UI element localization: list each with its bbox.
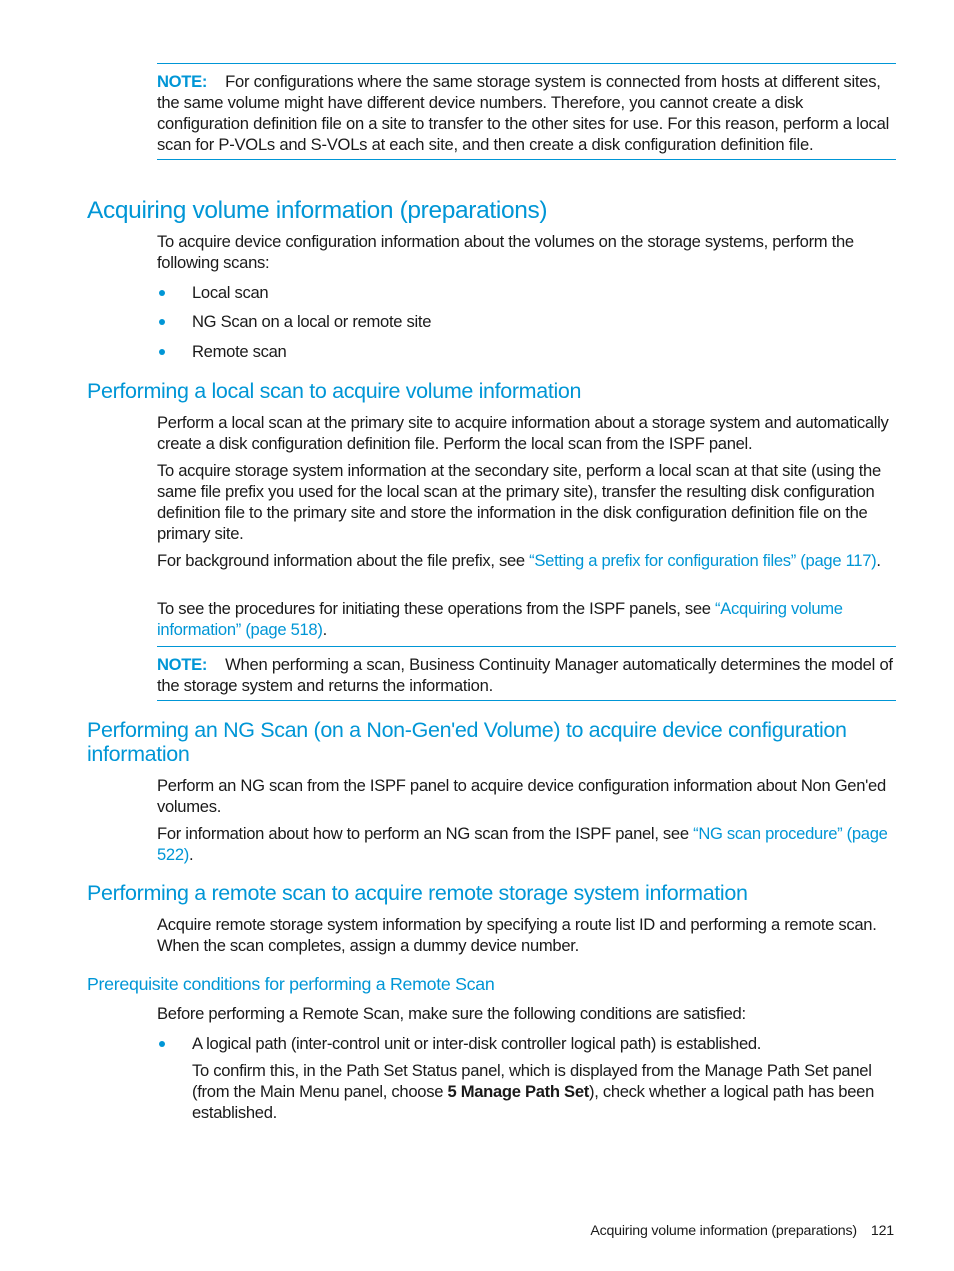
list-item-text: Remote scan <box>192 342 287 361</box>
bullet-icon <box>159 1041 165 1047</box>
paragraph: For information about how to perform an … <box>157 823 902 865</box>
note-label: NOTE: <box>157 72 208 91</box>
intro-paragraph: To acquire device configuration informat… <box>157 232 854 272</box>
paragraph: To confirm this, in the Path Set Status … <box>192 1060 904 1123</box>
paragraph: Perform a local scan at the primary site… <box>157 413 889 453</box>
page-number: 121 <box>870 1223 894 1239</box>
link-setting-prefix[interactable]: “Setting a prefix for configuration file… <box>529 551 877 570</box>
section-heading-local-scan: Performing a local scan to acquire volum… <box>87 379 582 403</box>
bullet-icon <box>159 319 165 325</box>
note-text: For configurations where the same storag… <box>157 72 890 154</box>
note-text: When performing a scan, Business Continu… <box>157 655 893 695</box>
paragraph-text: To see the procedures for initiating the… <box>157 599 716 618</box>
paragraph: Perform an NG scan from the ISPF panel t… <box>157 776 886 816</box>
note-label: NOTE: <box>157 655 208 674</box>
paragraph-text: . <box>322 620 328 639</box>
paragraph: Acquire remote storage system informatio… <box>157 915 877 955</box>
paragraph-text: For background information about the fil… <box>157 551 530 570</box>
bullet-icon <box>159 290 165 296</box>
document-page: NOTE: For configurations where the same s… <box>0 0 954 1271</box>
bullet-icon <box>159 349 165 355</box>
section-heading-remote-scan: Performing a remote scan to acquire remo… <box>87 881 748 905</box>
list-item-text: Local scan <box>192 283 269 302</box>
menu-option-manage-path-set: 5 Manage Path Set <box>447 1082 589 1101</box>
note-box: NOTE: When performing a scan, Business Co… <box>157 646 896 701</box>
paragraph-text: . <box>876 551 881 570</box>
footer-section-title: Acquiring volume information (preparatio… <box>590 1223 857 1239</box>
subsection-heading-prerequisites: Prerequisite conditions for performing a… <box>87 974 495 994</box>
paragraph-text: . <box>189 845 194 864</box>
paragraph: For background information about the fil… <box>157 550 902 571</box>
list-item-text: A logical path (inter-control unit or in… <box>192 1034 762 1053</box>
section-heading-acquiring-volume-information: Acquiring volume information (preparatio… <box>87 197 548 224</box>
list-item-text: NG Scan on a local or remote site <box>192 312 432 331</box>
paragraph-text: For information about how to perform an … <box>157 824 694 843</box>
page-footer: Acquiring volume information (preparatio… <box>590 1222 894 1240</box>
note-box: NOTE: For configurations where the same s… <box>157 63 896 160</box>
paragraph: Before performing a Remote Scan, make su… <box>157 1004 746 1023</box>
paragraph: To see the procedures for initiating the… <box>157 598 902 640</box>
section-heading-ng-scan: Performing an NG Scan (on a Non-Gen'ed V… <box>87 718 847 766</box>
paragraph: To acquire storage system information at… <box>157 461 881 543</box>
